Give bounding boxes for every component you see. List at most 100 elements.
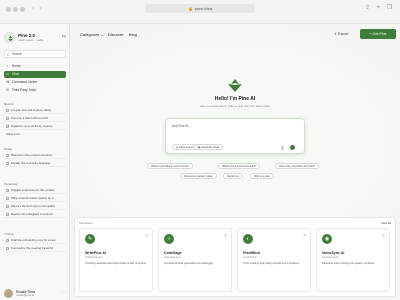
history-item-label: Rewrite this paragraph to sound fr <box>11 212 54 216</box>
chat-bubble-icon <box>6 239 9 242</box>
sponsored-panel: Sponsored View All ✎ ↗ WritePlus AI writ… <box>74 217 396 297</box>
external-link-icon[interactable]: ↗ <box>303 233 306 238</box>
tools-icon: ⚙ <box>6 88 10 92</box>
menu-label: Categories <box>80 32 100 37</box>
get-plus-button[interactable]: + Get Plus <box>360 29 396 39</box>
collapse-sidebar-icon[interactable]: ⇆ <box>62 34 66 40</box>
card-title: WritePlus AI <box>85 251 106 255</box>
section-7days-title: 7 Days <box>4 232 14 236</box>
history-item-label: Turn into a tweet with a punch <box>11 116 49 120</box>
suggested-prompt[interactable]: What's the speed of the light? <box>218 163 261 169</box>
chat-bubble-icon <box>6 162 9 165</box>
hero-subtitle: Ask me to brainstorm, write or help with… <box>199 104 271 108</box>
suggested-prompt[interactable]: How many countries are there? <box>275 163 320 169</box>
microphone-icon[interactable]: 🎙 <box>280 145 285 150</box>
card-url: writeplusai.com <box>85 256 103 259</box>
share-icon[interactable]: ⇪ <box>364 5 371 12</box>
plus-icon: + <box>369 32 372 36</box>
sidebar-item-label: Command Center <box>12 80 38 84</box>
chevron-down-icon: ⌄ <box>100 32 104 37</box>
history-item-label: Where's the best way to find quality <box>11 204 55 208</box>
suggested-prompt[interactable]: Tell me a joke <box>250 173 274 179</box>
history-item[interactable]: Summarize this meeting transcript <box>4 245 66 252</box>
show-more-label: Show more <box>6 132 21 136</box>
suggested-prompt[interactable]: What is something new to know? <box>147 163 193 169</box>
maximize-window-icon[interactable] <box>20 7 25 12</box>
sidebar-item-command-center[interactable]: ⌘ Command Center <box>4 79 66 86</box>
history-item[interactable]: Fix grammar and improve clarity <box>4 107 66 114</box>
history-item[interactable]: Suggest a structure for this content <box>4 187 66 194</box>
history-item[interactable]: Write a launch teaser caption for a <box>4 195 66 202</box>
section-recent-title: Recent <box>4 102 14 106</box>
sidebar-item-label: Third Party Tools <box>12 88 36 92</box>
section-today-title: Today <box>4 147 13 151</box>
url-text: pinei.idea <box>194 6 213 11</box>
get-plus-label: Get Plus <box>372 32 387 36</box>
chat-bubble-icon <box>6 247 9 250</box>
card-description: AI-powered code generation and debugger <box>164 262 214 265</box>
menu-categories[interactable]: Categories ⌄ <box>80 32 104 37</box>
external-link-icon[interactable]: ↗ <box>224 233 227 238</box>
app-name: Pine 2.0 <box>18 33 36 38</box>
export-label: Export <box>338 32 349 36</box>
sponsored-card[interactable]: ◉ ↗ VoiceSync AI voicesyncai.io Real-tim… <box>316 228 390 292</box>
history-item-label: Draft the onboarding copy for a new <box>11 238 56 242</box>
chat-composer[interactable]: Ask Pine AI... ◍ Deep search ▣ Generate … <box>165 118 305 154</box>
suggested-prompt[interactable]: Inspire me <box>223 173 244 179</box>
new-tab-icon[interactable]: + <box>375 5 382 12</box>
generate-visual-chip[interactable]: ▣ Generate visual <box>194 144 224 150</box>
send-button[interactable] <box>290 145 295 150</box>
search-label: Search <box>12 52 23 56</box>
tabs-icon[interactable]: ❐ <box>386 5 393 12</box>
chip-label: Deep search <box>179 146 194 149</box>
external-link-icon[interactable]: ↗ <box>145 233 148 238</box>
sidebar-item-label: Home <box>12 64 21 68</box>
history-item[interactable]: Organize my to-do list by urgency <box>4 123 66 130</box>
menu-discover[interactable]: Discover <box>108 32 124 37</box>
sponsored-card[interactable]: ✎ ↗ WritePlus AI writeplusai.com AI writ… <box>79 228 153 292</box>
history-item-label: Organize my to-do list by urgency <box>11 124 53 128</box>
chat-input[interactable]: Ask Pine AI... <box>172 124 191 128</box>
code-icon: ‹› <box>164 234 174 244</box>
address-bar[interactable]: 🔒 pinei.idea <box>145 4 255 13</box>
history-item-label: Explain this in simpler language <box>11 161 51 165</box>
history-item-label: Suggest a structure for this content <box>11 188 55 192</box>
voice-icon: ◉ <box>322 234 332 244</box>
card-description: AI for creating and editing visuals and … <box>243 262 300 265</box>
sidebar-search[interactable]: ⌕ Search <box>4 50 66 58</box>
back-forward-icons[interactable]: ‹ › <box>32 6 44 12</box>
minimize-window-icon[interactable] <box>13 7 18 12</box>
section-yesterday-title: Yesterday <box>4 182 18 186</box>
chat-bubble-icon <box>6 125 9 128</box>
pine-logo-icon <box>4 32 15 43</box>
export-button[interactable]: ⇧ Export <box>334 30 348 38</box>
card-title: VoiceSync AI <box>322 251 345 255</box>
sponsored-card[interactable]: ‹› ↗ CodeSage codesage.app AI-powered co… <box>158 228 232 292</box>
sidebar-item-home[interactable]: ⌂ Home <box>4 63 66 70</box>
history-item[interactable]: Explain this in simpler language <box>4 160 66 167</box>
more-icon[interactable]: ⋯ <box>62 290 66 295</box>
sidebar-item-third-party-tools[interactable]: ⚙ Third Party Tools <box>4 87 66 94</box>
history-item[interactable]: Turn into a tweet with a punch <box>4 115 66 122</box>
home-icon: ⌂ <box>6 64 9 68</box>
command-icon: ⌘ <box>6 80 10 84</box>
history-item[interactable]: Brainstorm five product directions <box>4 152 66 159</box>
suggested-prompt[interactable]: Give some random jokes <box>180 173 217 179</box>
globe-icon: ◍ <box>176 146 179 149</box>
sidebar: Pine 2.0 Latest version · stable ⇆ ⌕ Sea… <box>0 24 70 300</box>
chat-bubble-icon <box>6 109 9 112</box>
show-more-link[interactable]: Show more <box>4 131 66 138</box>
app-switcher[interactable]: Pine 2.0 Latest version · stable ⇆ <box>4 32 66 44</box>
view-all-link[interactable]: View All <box>381 221 391 225</box>
close-window-icon[interactable] <box>6 7 11 12</box>
user-profile[interactable]: Rosalie Tilma rosalie@pine.ai ⋯ <box>4 289 66 300</box>
card-url: voicesyncai.io <box>322 256 339 259</box>
history-item[interactable]: Where's the best way to find quality <box>4 203 66 210</box>
history-item[interactable]: Rewrite this paragraph to sound fr <box>4 211 66 218</box>
chip-label: Generate visual <box>201 146 220 149</box>
sidebar-item-chat[interactable]: ▭ Chat <box>4 71 66 78</box>
sponsored-card[interactable]: ◐ ↗ PixelMind pixelmind.ai AI for creati… <box>237 228 311 292</box>
history-item[interactable]: Draft the onboarding copy for a new <box>4 237 66 244</box>
external-link-icon[interactable]: ↗ <box>382 233 385 238</box>
menu-blog[interactable]: Blog <box>129 32 137 37</box>
